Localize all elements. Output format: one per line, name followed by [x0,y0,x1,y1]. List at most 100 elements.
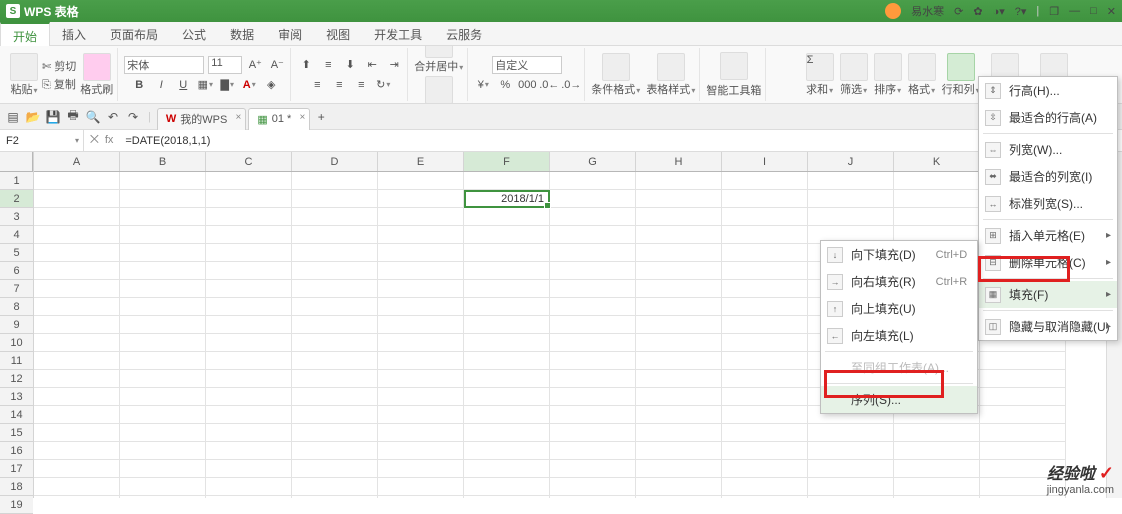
cell-A4[interactable] [34,226,120,244]
open-icon[interactable]: 📂 [24,108,42,126]
cell-H1[interactable] [636,172,722,190]
cell-H13[interactable] [636,388,722,406]
tab-insert[interactable]: 插入 [50,22,98,45]
cell-A9[interactable] [34,316,120,334]
cell-C11[interactable] [206,352,292,370]
underline-button[interactable]: U [174,76,192,94]
cell-I2[interactable] [722,190,808,208]
mi-row-height[interactable]: ⇕行高(H)... [979,77,1117,104]
restore-down-icon[interactable]: ❐ [1049,5,1059,18]
cell-E1[interactable] [378,172,464,190]
cell-L16[interactable] [980,442,1066,460]
cell-C4[interactable] [206,226,292,244]
smart-button[interactable]: 智能工具箱 [706,82,761,98]
cell-G3[interactable] [550,208,636,226]
cell-C15[interactable] [206,424,292,442]
cell-J1[interactable] [808,172,894,190]
tab-data[interactable]: 数据 [218,22,266,45]
add-tab-icon[interactable]: + [312,108,330,126]
cell-I6[interactable] [722,262,808,280]
cell-D12[interactable] [292,370,378,388]
row-header-5[interactable]: 5 [0,244,33,262]
filter-icon[interactable] [840,53,868,81]
rowcol-icon[interactable] [947,53,975,81]
cell-F2[interactable]: 2018/1/1 [464,190,550,208]
mi-fill-down[interactable]: ↓向下填充(D)Ctrl+D [821,241,977,268]
cell-I8[interactable] [722,298,808,316]
doc-tab-wps[interactable]: W 我的WPS × [157,108,246,130]
mi-fill[interactable]: ▦填充(F)▸ [979,281,1117,308]
indent-left-icon[interactable]: ⇤ [363,56,381,74]
cell-H12[interactable] [636,370,722,388]
cell-K15[interactable] [894,424,980,442]
cell-D8[interactable] [292,298,378,316]
maximize-icon[interactable]: □ [1090,5,1097,17]
mi-fill-right[interactable]: →向右填充(R)Ctrl+R [821,268,977,295]
col-header-H[interactable]: H [636,152,722,171]
cell-J18[interactable] [808,478,894,496]
cell-I15[interactable] [722,424,808,442]
cell-G8[interactable] [550,298,636,316]
inc-decimal-icon[interactable]: .0← [540,76,558,94]
format-icon[interactable] [908,53,936,81]
cell-D9[interactable] [292,316,378,334]
cell-A6[interactable] [34,262,120,280]
cell-K17[interactable] [894,460,980,478]
cell-K3[interactable] [894,208,980,226]
cell-E15[interactable] [378,424,464,442]
cell-D14[interactable] [292,406,378,424]
cell-I12[interactable] [722,370,808,388]
cell-D2[interactable] [292,190,378,208]
undo-icon[interactable]: ↶ [104,108,122,126]
font-name-select[interactable]: 宋体 [124,56,204,74]
cell-H6[interactable] [636,262,722,280]
cell-A19[interactable] [34,496,120,498]
cell-A12[interactable] [34,370,120,388]
cell-G4[interactable] [550,226,636,244]
cell-F17[interactable] [464,460,550,478]
cell-A14[interactable] [34,406,120,424]
percent-icon[interactable]: % [496,76,514,94]
cell-K16[interactable] [894,442,980,460]
close-icon[interactable]: ✕ [1107,5,1116,18]
cell-H7[interactable] [636,280,722,298]
row-header-15[interactable]: 15 [0,424,33,442]
cell-H4[interactable] [636,226,722,244]
cell-B18[interactable] [120,478,206,496]
row-header-4[interactable]: 4 [0,226,33,244]
col-header-D[interactable]: D [292,152,378,171]
cell-J19[interactable] [808,496,894,498]
mi-insert-cell[interactable]: ⊞插入单元格(E)▸ [979,222,1117,249]
align-left-icon[interactable]: ≡ [308,76,326,94]
cell-I9[interactable] [722,316,808,334]
cell-B5[interactable] [120,244,206,262]
cell-A7[interactable] [34,280,120,298]
redo-icon[interactable]: ↷ [124,108,142,126]
bold-button[interactable]: B [130,76,148,94]
cell-E11[interactable] [378,352,464,370]
cell-D17[interactable] [292,460,378,478]
cell-H8[interactable] [636,298,722,316]
format-painter-button[interactable]: 格式刷 [80,81,113,97]
rowcol-button[interactable]: 行和列 [942,81,980,97]
cell-F7[interactable] [464,280,550,298]
cell-G17[interactable] [550,460,636,478]
row-header-10[interactable]: 10 [0,334,33,352]
cell-E16[interactable] [378,442,464,460]
cell-E4[interactable] [378,226,464,244]
sum-button[interactable]: 求和 [806,81,833,97]
cell-J17[interactable] [808,460,894,478]
cell-B16[interactable] [120,442,206,460]
cancel-fx-icon[interactable]: ⨉ [90,134,99,147]
copy-button[interactable]: ⎘ 复制 [42,76,76,92]
username[interactable]: 易水寒 [911,3,944,19]
cell-B12[interactable] [120,370,206,388]
cell-D6[interactable] [292,262,378,280]
cell-I3[interactable] [722,208,808,226]
align-bottom-icon[interactable]: ⬇ [341,56,359,74]
cell-E2[interactable] [378,190,464,208]
cell-C13[interactable] [206,388,292,406]
avatar[interactable] [885,3,901,19]
cell-G1[interactable] [550,172,636,190]
format-painter-icon[interactable] [83,53,111,81]
